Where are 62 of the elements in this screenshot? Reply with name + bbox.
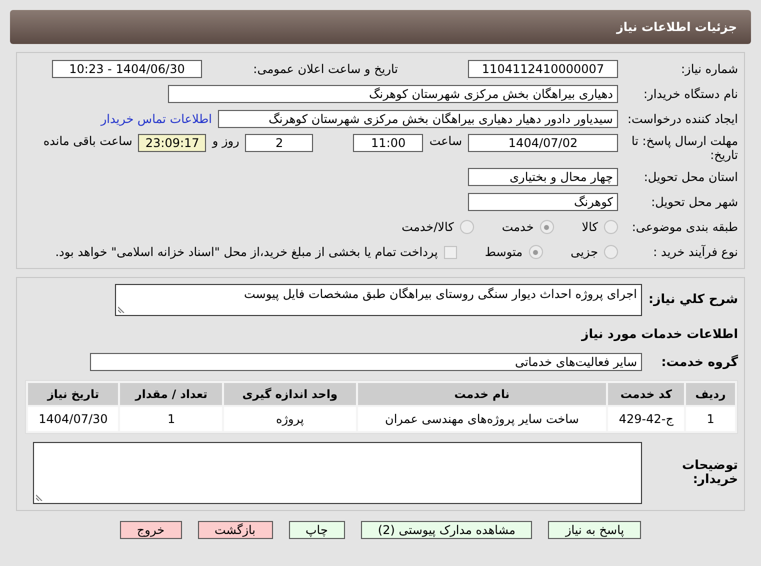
province-field[interactable]: چهار محال و بختیاری	[468, 168, 618, 186]
field-label: نام دستگاه خریدار:	[642, 87, 738, 101]
field-label: گروه خدمت:	[660, 355, 738, 369]
buyer-field[interactable]: دهیاری بیراهگان بخش مرکزی شهرستان کوهرنگ	[168, 85, 618, 103]
deadline-time-field[interactable]: 11:00	[353, 134, 424, 152]
table-cell: 1	[686, 407, 735, 431]
table-cell: ج-42-429	[608, 407, 684, 431]
resize-grip-icon[interactable]	[36, 493, 44, 501]
city-field[interactable]: کوهرنگ	[468, 193, 618, 211]
field-label: طبقه بندی موضوعی:	[630, 220, 738, 234]
field-label: مهلت ارسال پاسخ: تا تاریخ:	[630, 134, 738, 162]
table-cell: ساخت سایر پروژه‌های مهندسی عمران	[358, 407, 606, 431]
time-label: ساعت	[429, 134, 462, 148]
radio-label: کالا	[582, 220, 598, 234]
radio-button[interactable]	[528, 245, 543, 259]
deadline-date-field[interactable]: 1404/07/02	[468, 134, 618, 152]
field-label: توضیحات خریدار:	[681, 456, 738, 486]
description-field[interactable]: اجرای پروژه احداث دیوار سنگی روستای بیراهگان طبق مشخصات فایل پیوست	[115, 284, 642, 316]
radio-label: کالا/خدمت	[402, 220, 454, 234]
days-label: روز و	[212, 134, 240, 148]
service-group-field[interactable]: سایر فعالیت‌های خدماتی	[90, 353, 642, 371]
notes-field[interactable]	[33, 442, 642, 504]
field-label: استان محل تحویل:	[642, 170, 738, 184]
action-button[interactable]: پاسخ به نیاز	[548, 521, 642, 539]
column-header: کد خدمت	[608, 383, 684, 405]
field-label: شرح کلي نياز:	[648, 290, 738, 306]
action-button[interactable]: مشاهده مدارک پیوستی (2)	[360, 521, 532, 539]
need-number-field[interactable]: 1104112410000007	[468, 60, 618, 78]
payment-note: پرداخت تمام یا بخشی از مبلغ خرید،از محل "اسناد خزانه اسلامی" خواهد بود.	[55, 245, 438, 259]
announce-date-field[interactable]: 1404/06/30 - 10:23	[52, 60, 202, 78]
radio-button[interactable]	[540, 220, 554, 234]
field-label: شهر محل تحویل:	[650, 195, 738, 209]
column-header: نام خدمت	[358, 383, 606, 405]
radio-label: جزیی	[570, 245, 598, 259]
radio-button[interactable]	[604, 220, 618, 234]
field-label: ایجاد کننده درخواست:	[626, 112, 738, 126]
remaining-time-field: 23:09:17	[138, 134, 206, 152]
radio-label: متوسط	[484, 245, 523, 259]
contact-link[interactable]: اطلاعات تماس خریدار	[100, 112, 212, 126]
column-header: تعداد / مقدار	[120, 383, 222, 405]
radio-label: خدمت	[502, 220, 534, 234]
field-label: تاریخ و ساعت اعلان عمومی:	[252, 62, 398, 76]
action-button[interactable]: خروج	[120, 521, 182, 539]
checkbox[interactable]	[444, 246, 457, 258]
radio-button[interactable]	[460, 220, 474, 234]
table-cell: 1	[120, 407, 222, 431]
field-label: شماره نیاز:	[680, 62, 738, 76]
table-cell: پروژه	[224, 407, 356, 431]
remaining-label: ساعت باقی مانده	[43, 134, 132, 148]
action-button[interactable]: بازگشت	[198, 521, 272, 539]
page-title: جزئیات اطلاعات نیاز	[616, 20, 737, 34]
column-header: واحد اندازه گیری	[224, 383, 356, 405]
days-field[interactable]: 2	[245, 134, 314, 152]
column-header: ردیف	[686, 383, 735, 405]
section-heading: اطلاعات خدمات مورد نیاز	[580, 327, 738, 341]
creator-field[interactable]: سیدیاور دادور دهیار دهیاری بیراهگان بخش مرکزی شهرستان کوهرنگ	[218, 110, 618, 128]
column-header: تاریخ نیاز	[28, 383, 118, 405]
action-button[interactable]: چاپ	[288, 521, 345, 539]
radio-button[interactable]	[604, 245, 618, 259]
resize-grip-icon[interactable]	[118, 305, 126, 313]
field-label: نوع فرآیند خرید :	[652, 245, 738, 259]
table-cell: 1404/07/30	[28, 407, 118, 431]
